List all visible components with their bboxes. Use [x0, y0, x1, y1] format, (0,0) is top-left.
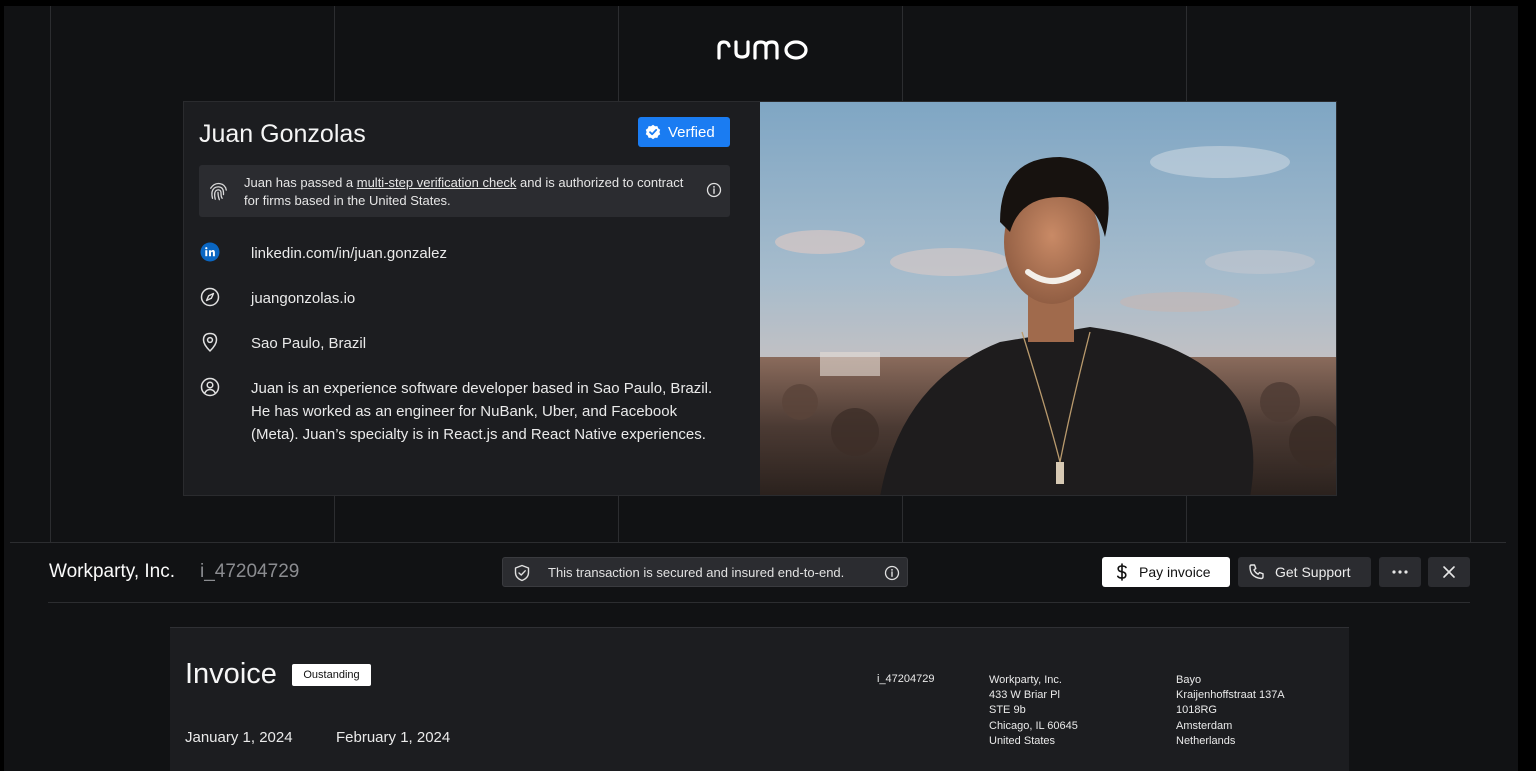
address-line: 433 W Briar Pl — [989, 689, 1060, 702]
invoice-id-header: i_47204729 — [200, 561, 300, 582]
phone-icon — [1249, 564, 1264, 580]
toolbar-divider — [48, 602, 1470, 603]
profile-name: Juan Gonzolas — [199, 120, 366, 148]
verification-notice: Juan has passed a multi-step verificatio… — [199, 165, 730, 217]
verification-check-link[interactable]: multi-step verification check — [357, 175, 517, 190]
app-frame: Juan Gonzolas Verfied Juan has passed a … — [4, 6, 1518, 771]
invoice-status-badge: Oustanding — [292, 664, 371, 686]
profile-photo — [760, 102, 1336, 495]
linkedin-url[interactable]: linkedin.com/in/juan.gonzalez — [251, 242, 447, 265]
verified-check-icon — [645, 124, 661, 140]
close-button[interactable] — [1428, 557, 1470, 587]
address-line: United States — [989, 734, 1056, 747]
invoice-issue-date: January 1, 2024 — [185, 729, 293, 746]
dollar-icon — [1117, 563, 1127, 581]
verification-text-prefix: Juan has passed a — [244, 175, 357, 190]
pay-invoice-label: Pay invoice — [1139, 564, 1211, 580]
user-circle-icon — [200, 377, 220, 397]
pay-invoice-button[interactable]: Pay invoice — [1102, 557, 1230, 587]
verification-text: Juan has passed a multi-step verificatio… — [244, 174, 684, 210]
info-icon[interactable] — [706, 182, 722, 198]
location-text: Sao Paulo, Brazil — [251, 335, 367, 352]
invoice-card: Invoice Oustanding January 1, 2024 Febru… — [170, 627, 1349, 771]
address-line: STE 9b — [989, 704, 1026, 717]
profile-card: Juan Gonzolas Verfied Juan has passed a … — [183, 101, 1337, 496]
close-icon — [1443, 566, 1455, 578]
linkedin-icon — [200, 242, 220, 262]
address-line: Netherlands — [1176, 734, 1236, 747]
profile-details: Juan Gonzolas Verfied Juan has passed a … — [184, 102, 760, 495]
verified-label: Verfied — [668, 123, 715, 141]
shield-check-icon — [514, 564, 530, 582]
invoice-due-date: February 1, 2024 — [336, 729, 451, 746]
grid-line — [1470, 6, 1471, 542]
more-horizontal-icon — [1392, 570, 1408, 574]
verified-badge[interactable]: Verfied — [638, 117, 730, 147]
website-url[interactable]: juangonzolas.io — [251, 287, 355, 310]
invoice-title: Invoice — [185, 658, 277, 690]
bio-text: Juan is an experience software developer… — [251, 380, 713, 443]
rumo-logo — [717, 40, 808, 60]
map-pin-icon — [202, 332, 218, 352]
sender-address: Workparty, Inc. 433 W Briar Pl STE 9b Ch… — [989, 673, 1078, 749]
invoice-id: i_47204729 — [877, 673, 935, 685]
address-line: Chicago, IL 60645 — [989, 719, 1078, 732]
info-icon[interactable] — [884, 565, 900, 581]
security-notice: This transaction is secured and insured … — [502, 557, 908, 587]
address-line: Amsterdam — [1176, 719, 1233, 732]
address-line: Bayo — [1176, 674, 1202, 686]
grid-line — [50, 6, 51, 542]
get-support-button[interactable]: Get Support — [1238, 557, 1371, 587]
section-divider — [10, 542, 1506, 543]
company-name: Workparty, Inc. — [49, 561, 175, 582]
more-options-button[interactable] — [1379, 557, 1421, 587]
address-line: 1018RG — [1176, 704, 1217, 717]
address-line: Workparty, Inc. — [989, 674, 1062, 686]
recipient-address: Bayo Kraijenhoffstraat 137A 1018RG Amste… — [1176, 673, 1285, 749]
security-text: This transaction is secured and insured … — [548, 565, 845, 580]
address-line: Kraijenhoffstraat 137A — [1176, 689, 1285, 702]
get-support-label: Get Support — [1275, 564, 1351, 580]
fingerprint-icon — [210, 182, 227, 201]
compass-icon — [200, 287, 220, 307]
